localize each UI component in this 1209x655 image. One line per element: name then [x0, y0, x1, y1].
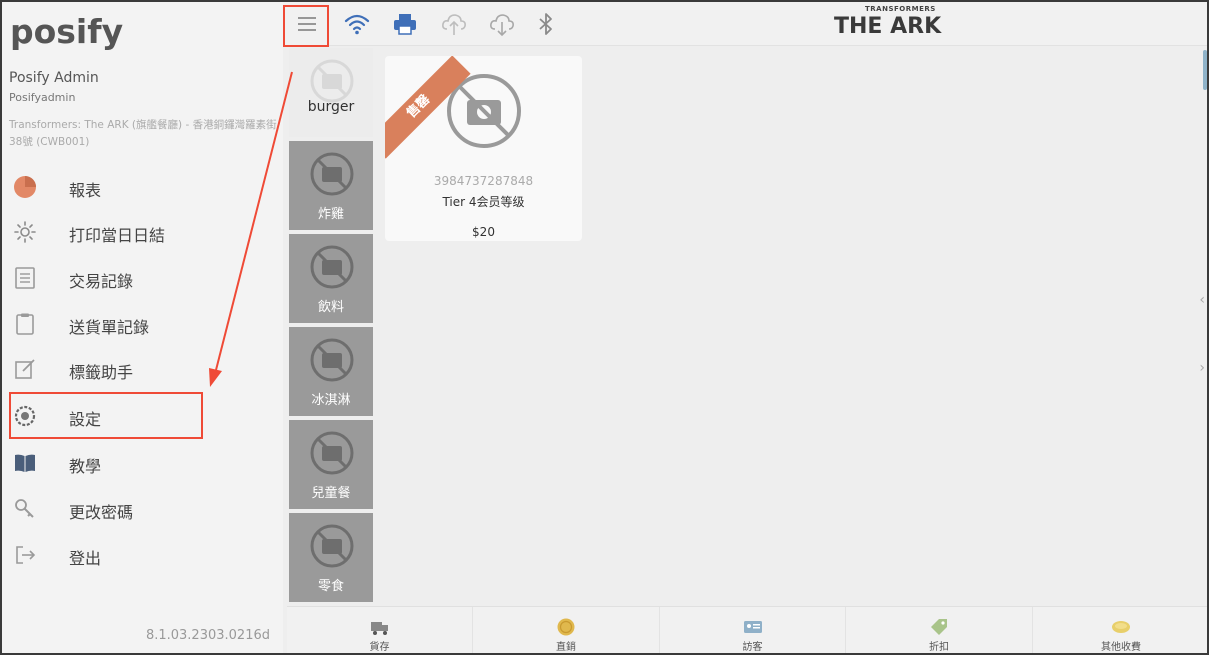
pie-chart-icon [14, 176, 36, 198]
user-name: Posify Admin [9, 70, 99, 86]
menu-item-label: 送貨單記錄 [69, 318, 150, 337]
book-icon [15, 454, 35, 472]
discount-tag-icon [931, 619, 947, 635]
menu-item-print-daily-closing[interactable]: 打印當日日結 [2, 212, 283, 252]
menu-item-delivery-notes[interactable]: 送貨單記錄 [2, 304, 283, 344]
visitor-card-icon [743, 621, 762, 633]
product-sku: 3984737287848 [433, 174, 534, 188]
menu-item-reports[interactable]: 報表 [2, 167, 283, 207]
category-label: 零食 [317, 579, 344, 594]
product-card[interactable]: 售罄 3984737287848 Tier 4会员等级 $20 [385, 56, 582, 241]
no-image-icon [310, 152, 354, 196]
bottom-button-label: 其他收費 [1101, 642, 1141, 653]
discount-button[interactable]: 折扣 [846, 607, 1033, 653]
category-label: 兒童餐 [311, 486, 351, 501]
posify-logo: posify [10, 12, 124, 51]
bottom-button-label: 訪客 [742, 642, 763, 653]
category-label: 飲料 [317, 300, 344, 315]
brand-subtitle: TRANSFORMERS [865, 5, 936, 13]
no-image-icon [310, 338, 354, 382]
category-kids-meal[interactable]: 兒童餐 [289, 420, 373, 509]
cloud-download-icon[interactable] [488, 10, 516, 38]
truck-icon [370, 622, 388, 635]
menu-item-label: 登出 [69, 549, 102, 568]
menu-item-label-assistant[interactable]: 標籤助手 [2, 349, 283, 389]
bottom-button-label: 貨存 [369, 642, 390, 653]
category-label: burger [307, 99, 355, 115]
menu-item-label: 更改密碼 [69, 503, 134, 522]
menu-item-label: 標籤助手 [69, 363, 134, 382]
clipboard-icon [16, 313, 34, 335]
inventory-button[interactable]: 貨存 [287, 607, 473, 653]
bottom-button-label: 直銷 [556, 642, 576, 653]
wifi-icon[interactable] [343, 10, 371, 38]
bottom-button-label: 折扣 [929, 642, 949, 653]
category-fried-chicken[interactable]: 炸雞 [289, 141, 373, 230]
visitor-button[interactable]: 訪客 [660, 607, 846, 653]
category-burger[interactable]: burger [289, 48, 373, 137]
menu-item-tutorial[interactable]: 教學 [2, 443, 283, 483]
menu-item-logout[interactable]: 登出 [2, 535, 283, 575]
product-name: Tier 4会员等级 [442, 195, 525, 209]
bottom-action-bar: 貨存 直銷 訪客 折扣 其他收費 [287, 606, 1207, 653]
bluetooth-icon[interactable] [532, 10, 560, 38]
store-name: Transformers: The ARK (旗艦餐廳) - 香港銅鑼灣羅素街3… [9, 119, 277, 148]
highlight-menu-button [283, 5, 329, 47]
category-snacks[interactable]: 零食 [289, 513, 373, 602]
extra-charge-icon [1112, 621, 1130, 633]
direct-sale-button[interactable]: 直銷 [473, 607, 660, 653]
category-drinks[interactable]: 飲料 [289, 234, 373, 323]
scroll-indicator[interactable] [1203, 50, 1207, 90]
menu-item-label: 教學 [69, 457, 102, 476]
category-label: 炸雞 [317, 207, 344, 222]
menu-item-label: 報表 [69, 181, 102, 200]
category-ice-cream[interactable]: 冰淇淋 [289, 327, 373, 416]
sun-icon [14, 221, 36, 243]
category-label: 冰淇淋 [311, 393, 351, 408]
top-bar: TRANSFORMERS THE ARK [283, 2, 1207, 46]
navigation-drawer: posify Posify Admin Posifyadmin Transfor… [2, 2, 283, 653]
chevron-left-icon[interactable]: ‹ [1199, 292, 1205, 308]
app-version: 8.1.03.2303.0216d [145, 628, 270, 643]
key-icon [15, 499, 34, 518]
user-handle: Posifyadmin [9, 91, 76, 104]
logout-icon [16, 546, 36, 564]
coin-icon [557, 618, 575, 636]
highlight-settings-item [9, 392, 203, 439]
menu-item-change-password[interactable]: 更改密碼 [2, 489, 283, 529]
menu-item-label: 交易記錄 [69, 272, 134, 291]
menu-item-transactions[interactable]: 交易記錄 [2, 258, 283, 298]
cloud-upload-icon[interactable] [440, 10, 468, 38]
menu-item-label: 打印當日日結 [69, 226, 166, 245]
no-image-icon [310, 245, 354, 289]
product-price: $20 [472, 225, 495, 239]
list-document-icon [15, 267, 35, 289]
chevron-right-icon[interactable]: › [1199, 360, 1205, 376]
category-list: burger 炸雞 飲料 冰淇淋 兒童餐 零食 [287, 48, 375, 606]
no-image-icon [310, 524, 354, 568]
printer-icon[interactable] [391, 10, 419, 38]
edit-note-icon [15, 359, 35, 379]
extra-charges-button[interactable]: 其他收費 [1033, 607, 1207, 653]
screen-frame: posify Posify Admin Posifyadmin Transfor… [0, 0, 1209, 655]
brand-logo: THE ARK [834, 14, 942, 39]
no-image-icon [310, 431, 354, 475]
no-image-icon [310, 59, 354, 103]
